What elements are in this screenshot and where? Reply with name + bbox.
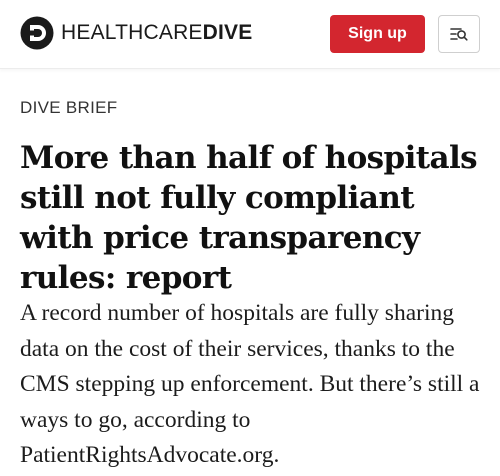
menu-button[interactable] bbox=[438, 15, 480, 53]
article-dek: A record number of hospitals are fully s… bbox=[20, 300, 480, 468]
sign-up-button[interactable]: Sign up bbox=[330, 15, 425, 53]
site-header: HEALTHCAREDIVE Sign up bbox=[0, 0, 500, 69]
menu-search-icon bbox=[450, 28, 468, 41]
site-logo[interactable]: HEALTHCAREDIVE bbox=[20, 16, 252, 50]
logo-text-light: HEALTHCARE bbox=[61, 21, 203, 44]
logo-text-bold: DIVE bbox=[202, 21, 253, 44]
article-headline: More than half of hospitals still not fu… bbox=[20, 140, 478, 296]
page: HEALTHCAREDIVE Sign up DIVE BRIEF More t… bbox=[0, 0, 500, 476]
article-kicker[interactable]: DIVE BRIEF bbox=[20, 98, 117, 118]
healthcare-dive-logo-icon bbox=[20, 16, 54, 50]
logo-text: HEALTHCAREDIVE bbox=[61, 16, 252, 50]
